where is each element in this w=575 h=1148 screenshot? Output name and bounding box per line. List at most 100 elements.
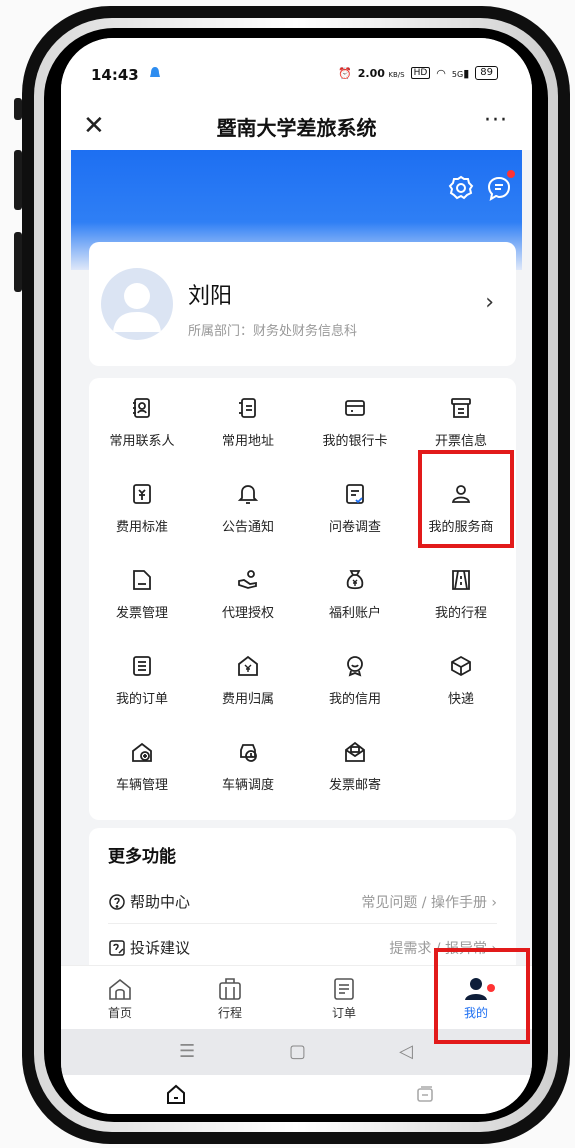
row-help-center[interactable]: 帮助中心 常见问题 / 操作手册 › (108, 878, 497, 924)
grid-item-label: 我的银行卡 (322, 434, 388, 449)
device-stage: 14:43 ⏰ 2.00 KB/S HD ◠ 5G▮ 89 ✕ 暨南大学差旅系统… (0, 0, 575, 1148)
car-manage-icon (132, 742, 152, 762)
grid-item-label: 费用归属 (221, 692, 274, 707)
title-bar: ✕ 暨南大学差旅系统 ··· (61, 104, 532, 150)
status-time: 14:43 (91, 66, 139, 84)
grid-item-fee-standard[interactable]: 费用标准 (89, 470, 195, 556)
credit-icon (347, 656, 363, 677)
grid-item-label: 我的订单 (115, 692, 168, 707)
wifi-icon: ◠ (436, 66, 446, 80)
more-functions-title: 更多功能 (108, 847, 176, 867)
grid-item-express[interactable]: 快递 (408, 642, 514, 728)
grid-item-label: 费用标准 (115, 520, 168, 535)
grid-item-address[interactable]: 常用地址 (195, 384, 301, 470)
user-department: 所属部门：财务处财务信息科 (188, 324, 358, 339)
function-grid: 常用联系人 常用地址 我的银行卡 开票信息 费用标准 公告通知 问卷调查 我的服… (89, 378, 516, 820)
grid-item-label: 我的信用 (328, 692, 381, 707)
grid-item-notice[interactable]: 公告通知 (195, 470, 301, 556)
invoice-manage-icon (133, 570, 151, 590)
survey-icon (346, 484, 364, 504)
settings-gear-icon[interactable] (447, 174, 475, 202)
address-icon (239, 398, 256, 418)
grid-item-fee-owner[interactable]: 费用归属 (195, 642, 301, 728)
grid-item-credit[interactable]: 我的信用 (302, 642, 408, 728)
message-badge (507, 170, 515, 178)
grid-item-label: 开票信息 (434, 434, 487, 449)
grid-item-label: 代理授权 (221, 606, 274, 621)
suitcase-icon (219, 978, 241, 1000)
side-button (14, 150, 22, 210)
grid-item-proxy-auth[interactable]: 代理授权 (195, 556, 301, 642)
grid-item-invoice-mail[interactable]: 发票邮寄 (302, 728, 408, 814)
grid-item-label: 车辆管理 (115, 778, 168, 793)
status-icons: ⏰ 2.00 KB/S HD ◠ 5G▮ 89 (338, 66, 498, 80)
grid-item-label: 常用联系人 (109, 434, 175, 449)
grid-item-welfare[interactable]: 福利账户 (302, 556, 408, 642)
bell-icon (237, 485, 259, 504)
menu-icon[interactable]: ☰ (179, 1041, 195, 1062)
row-left: 投诉建议 (108, 937, 190, 958)
fee-home-icon (238, 655, 258, 676)
highlight-box-mine-tab (434, 948, 530, 1044)
home-outline-icon[interactable] (165, 1083, 187, 1105)
notification-icon (150, 67, 160, 77)
grid-item-label: 发票管理 (115, 606, 168, 621)
side-button (14, 98, 22, 120)
row-left: 帮助中心 (108, 891, 190, 912)
grid-item-contacts[interactable]: 常用联系人 (89, 384, 195, 470)
grid-item-label: 快递 (447, 692, 474, 707)
proxy-auth-icon (238, 570, 257, 589)
invoice-info-icon (451, 398, 471, 418)
car-dispatch-icon (240, 744, 257, 762)
grid-item-my-order[interactable]: 我的订单 (89, 642, 195, 728)
bank-card-icon (345, 400, 365, 416)
back-icon[interactable]: ◁ (399, 1041, 413, 1062)
feedback-icon (109, 939, 125, 956)
box-icon (451, 655, 471, 677)
grid-item-my-trip[interactable]: 我的行程 (408, 556, 514, 642)
grid-item-label: 公告通知 (221, 520, 274, 535)
tab-home[interactable]: 首页 (75, 966, 165, 1030)
side-button (14, 232, 22, 292)
profile-card[interactable]: 刘阳 所属部门：财务处财务信息科 › (89, 242, 516, 366)
grid-item-survey[interactable]: 问卷调查 (302, 470, 408, 556)
message-icon[interactable] (485, 174, 513, 202)
grid-item-car-manage[interactable]: 车辆管理 (89, 728, 195, 814)
avatar (101, 268, 173, 340)
grid-item-label: 福利账户 (328, 606, 381, 621)
more-options-button[interactable]: ··· (484, 108, 508, 133)
grid-item-bank-card[interactable]: 我的银行卡 (302, 384, 408, 470)
row-detail: 常见问题 / 操作手册 › (361, 895, 497, 911)
order-list-icon (133, 656, 151, 676)
tab-orders[interactable]: 订单 (299, 966, 389, 1030)
recent-apps-icon[interactable] (415, 1084, 435, 1104)
net-speed: 2.00 KB/S (357, 66, 405, 80)
alarm-icon: ⏰ (338, 66, 352, 80)
row-label: 投诉建议 (130, 939, 191, 957)
order-icon (334, 978, 354, 1000)
tab-label: 订单 (331, 1006, 356, 1020)
fee-standard-icon (133, 484, 151, 504)
home-icon (109, 978, 131, 1000)
battery-icon: 89 (475, 66, 498, 80)
grid-item-label: 车辆调度 (221, 778, 274, 793)
tab-trips[interactable]: 行程 (185, 966, 275, 1030)
row-label: 帮助中心 (130, 893, 191, 911)
chevron-right-icon: › (485, 290, 494, 315)
tab-label: 首页 (107, 1006, 132, 1020)
grid-item-car-dispatch[interactable]: 车辆调度 (195, 728, 301, 814)
device-home-bar (61, 1075, 532, 1114)
grid-item-label: 问卷调查 (328, 520, 381, 535)
road-icon (452, 570, 470, 590)
grid-item-label: 我的行程 (434, 606, 487, 621)
page-title: 暨南大学差旅系统 (216, 116, 377, 140)
tab-label: 行程 (217, 1006, 242, 1020)
grid-item-invoice-manage[interactable]: 发票管理 (89, 556, 195, 642)
contacts-icon (133, 398, 150, 418)
user-name: 刘阳 (188, 284, 233, 309)
square-icon[interactable]: ▢ (289, 1041, 306, 1062)
grid-item-label: 发票邮寄 (328, 778, 381, 793)
hd-icon: HD (410, 67, 431, 79)
welfare-bag-icon (346, 570, 364, 590)
grid-item-label: 常用地址 (221, 434, 274, 449)
